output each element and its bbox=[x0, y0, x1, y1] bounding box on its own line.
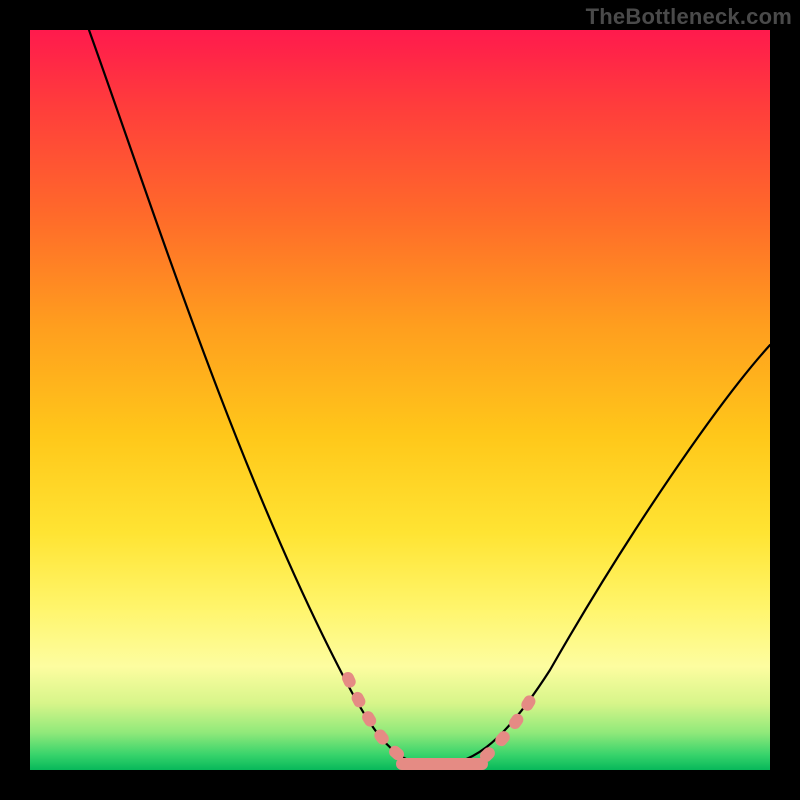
watermark-text: TheBottleneck.com bbox=[586, 4, 792, 30]
right-marker-cluster bbox=[486, 692, 535, 756]
chart-frame: TheBottleneck.com bbox=[0, 0, 800, 800]
curve-line bbox=[89, 30, 770, 766]
plot-area bbox=[30, 30, 770, 770]
bottleneck-curve bbox=[30, 30, 770, 770]
left-marker-cluster bbox=[348, 678, 400, 756]
